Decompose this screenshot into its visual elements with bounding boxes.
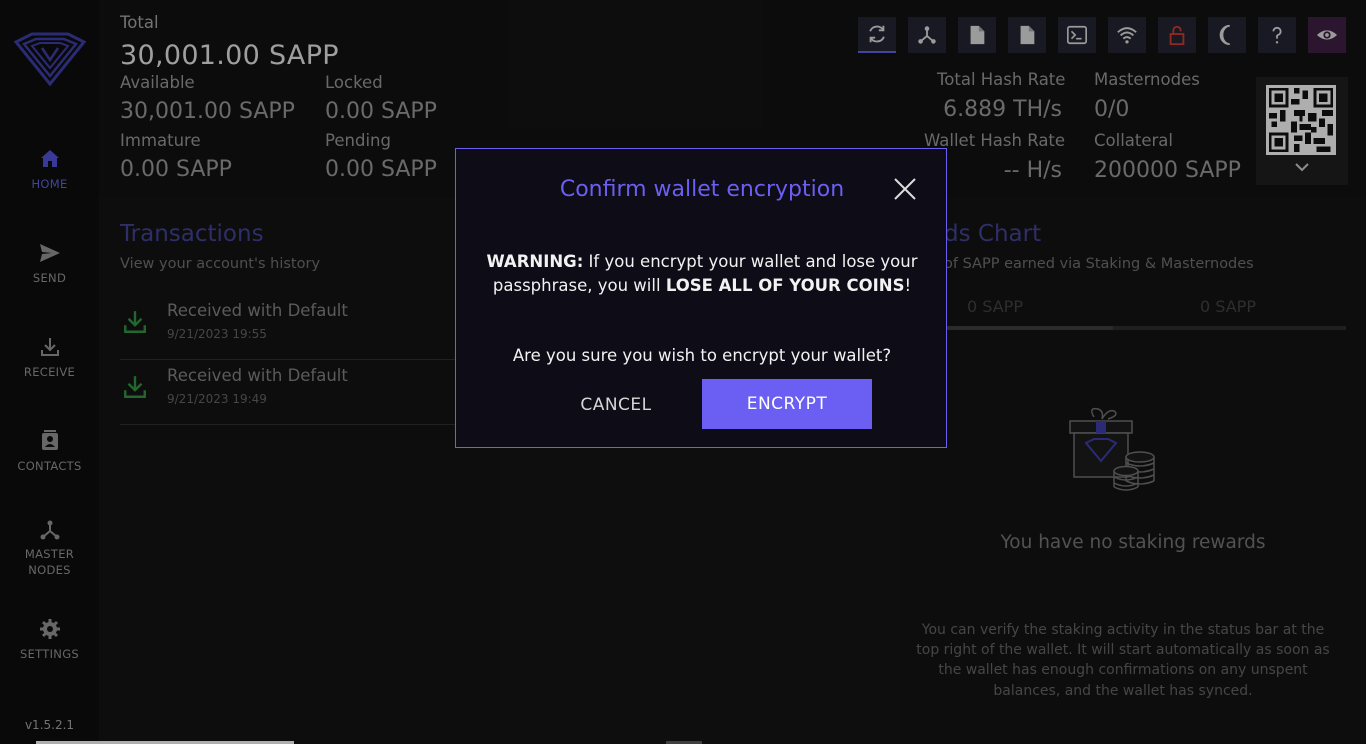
confirm-encryption-dialog: Confirm wallet encryption WARNING: If yo… xyxy=(455,148,947,448)
dialog-title: Confirm wallet encryption xyxy=(559,177,845,202)
warning-bold: LOSE ALL OF YOUR COINS xyxy=(665,276,905,295)
close-icon[interactable] xyxy=(893,177,917,201)
confirm-question: Are you sure you wish to encrypt your wa… xyxy=(512,346,892,365)
cancel-button[interactable]: CANCEL xyxy=(556,380,676,430)
warning-label: WARNING: xyxy=(486,252,584,271)
warning-text: WARNING: If you encrypt your wallet and … xyxy=(486,250,918,298)
encrypt-button[interactable]: ENCRYPT xyxy=(702,379,872,429)
warning-end: ! xyxy=(904,276,912,295)
